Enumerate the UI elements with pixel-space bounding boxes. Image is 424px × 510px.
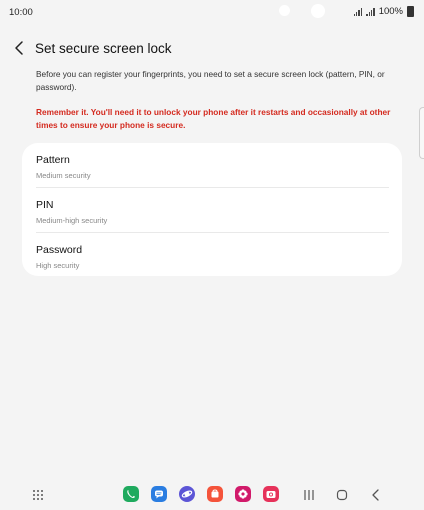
apps-grid-button[interactable] (29, 486, 47, 504)
divider (36, 187, 389, 188)
battery-icon (407, 6, 414, 17)
option-pin[interactable]: PIN Medium-high security (22, 192, 402, 236)
messages-icon (155, 490, 163, 499)
option-sublabel: Medium-high security (36, 216, 108, 225)
warning-text: Remember it. You'll need it to unlock yo… (36, 107, 391, 130)
internet-app[interactable] (179, 486, 195, 502)
internet-icon (181, 490, 193, 498)
option-sublabel: Medium security (36, 171, 91, 180)
back-arrow-icon (15, 41, 23, 55)
status-bar: 10:00 100% (0, 0, 424, 26)
recents-button[interactable] (300, 486, 318, 504)
gallery-icon (238, 489, 248, 499)
camera-icon (266, 491, 276, 498)
page-title: Set secure screen lock (35, 41, 172, 56)
home-icon (336, 489, 348, 501)
app-header: Set secure screen lock (0, 38, 424, 60)
option-label: Pattern (36, 154, 70, 166)
phone-icon (127, 490, 135, 498)
edge-panel-handle[interactable] (419, 107, 424, 159)
option-label: Password (36, 244, 83, 256)
gallery-app[interactable] (235, 486, 251, 502)
galaxy-store-app[interactable] (207, 486, 223, 502)
back-button[interactable] (13, 40, 27, 56)
option-pattern[interactable]: Pattern Medium security (22, 147, 402, 191)
apps-grid-icon (33, 490, 43, 500)
divider (36, 232, 389, 233)
lock-options-card: Pattern Medium security PIN Medium-high … (22, 143, 402, 276)
description-text: Before you can register your fingerprint… (36, 69, 385, 92)
status-icons: 100% (353, 6, 414, 17)
status-time: 10:00 (9, 7, 33, 18)
phone-app[interactable] (123, 486, 139, 502)
option-sublabel: High security (36, 261, 80, 270)
messages-app[interactable] (151, 486, 167, 502)
wifi-signal-icon (353, 7, 363, 16)
back-nav-button[interactable] (367, 486, 385, 504)
option-label: PIN (36, 199, 54, 211)
option-password[interactable]: Password High security (22, 237, 402, 281)
cellular-signal-icon (366, 7, 375, 16)
camera-cutout-secondary (311, 4, 325, 18)
navigation-bar (0, 480, 424, 510)
galaxy-store-icon (211, 489, 219, 498)
camera-app[interactable] (263, 486, 279, 502)
recents-icon (304, 490, 314, 500)
back-nav-icon (372, 489, 379, 501)
battery-percentage: 100% (378, 6, 403, 17)
camera-cutout (279, 5, 290, 16)
home-button[interactable] (333, 486, 351, 504)
